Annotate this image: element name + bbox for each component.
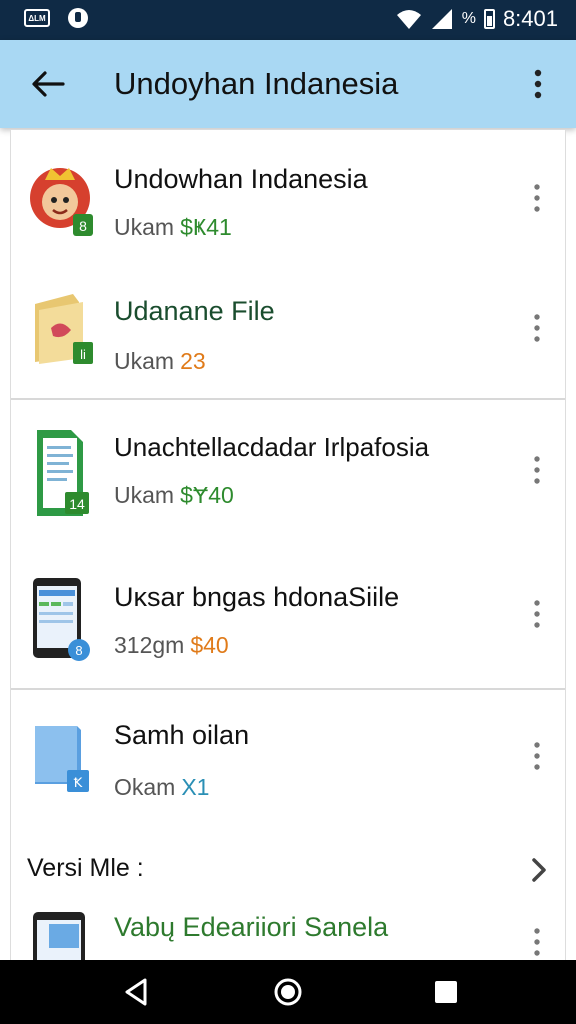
folder-app-icon: li [35, 294, 93, 364]
item-price: $40 [190, 632, 229, 658]
list-item[interactable]: li Udanane File Ukam 23 [11, 264, 565, 394]
mascot-app-icon: 8 [30, 168, 93, 236]
item-subtitle: Ukam $Ҝ41 [114, 214, 232, 241]
list-item[interactable]: 8 Undowhan Indanesia Ukam $Ҝ41 [11, 130, 565, 260]
app-list: 8 Undowhan Indanesia Ukam $Ҝ41 li Udanane… [10, 130, 566, 960]
signal-icon [431, 9, 452, 29]
list-item[interactable]: Vabų Edeariiori Sanela [11, 902, 565, 960]
app-badge: 8 [79, 218, 87, 234]
status-bar: ΔLM % 8:401 [0, 0, 576, 40]
item-sub-label: Okam [114, 774, 176, 800]
back-triangle-icon[interactable] [118, 974, 154, 1010]
navigation-bar [0, 960, 576, 1024]
app-bar: Undoyhan Indanesia [0, 40, 576, 128]
more-vert-icon[interactable] [520, 66, 556, 102]
carrier-icon: ΔLM [24, 9, 50, 27]
more-vert-icon[interactable] [523, 310, 551, 346]
item-subtitle: Ukam 23 [114, 348, 206, 375]
back-button[interactable] [26, 64, 70, 104]
item-subtitle: Okam X1 [114, 774, 209, 801]
item-title: Samh oilan [114, 720, 250, 750]
item-title: Udanane File [114, 296, 275, 326]
arrow-left-icon [32, 71, 65, 97]
item-sub-label: Ukam [114, 214, 175, 240]
item-sub-label: 312gm [114, 632, 185, 658]
section-header: Versi Mle : [27, 854, 144, 882]
item-price: $Ҝ41 [180, 214, 232, 240]
app-badge: li [80, 347, 86, 362]
app-badge: 8 [75, 643, 82, 658]
divider [11, 398, 565, 400]
item-sub-label: Ukam [114, 348, 175, 374]
app-badge: Ꝁ [74, 775, 83, 790]
item-price: X1 [181, 774, 210, 800]
more-vert-icon[interactable] [523, 738, 551, 774]
item-title: Undowhan Indanesia [114, 164, 368, 194]
app-badge: 14 [69, 496, 85, 512]
item-title: Uĸsar bngas hdonaSiile [114, 582, 400, 612]
list-item[interactable]: 14 Unachtellacdadar Irlpafosia Ukam $Ɏ40 [11, 402, 565, 532]
key-icon [68, 8, 88, 28]
more-vert-icon[interactable] [523, 924, 551, 960]
status-time: 8:401 [502, 6, 558, 31]
more-vert-icon[interactable] [523, 596, 551, 632]
sheet-app-icon: 14 [37, 430, 89, 516]
more-vert-icon[interactable] [523, 452, 551, 488]
battery-icon [483, 9, 495, 29]
chevron-right-icon[interactable] [525, 852, 555, 888]
home-circle-icon[interactable] [270, 974, 306, 1010]
item-title: Unachtellacdadar Irlpafosia [114, 432, 430, 462]
item-subtitle: 312gm $40 [114, 632, 229, 659]
box-app-icon: Ꝁ [35, 726, 89, 792]
wifi-icon [396, 10, 421, 29]
list-item[interactable]: Ꝁ Samh oilan Okam X1 [11, 692, 565, 822]
item-price: $Ɏ40 [180, 482, 234, 508]
tablet-app-icon: 8 [33, 578, 90, 661]
tablet-app-icon [33, 912, 85, 960]
divider [11, 688, 565, 690]
item-subtitle: Ukam $Ɏ40 [114, 482, 234, 509]
battery-percent-text: % [461, 10, 476, 27]
list-item[interactable]: 8 Uĸsar bngas hdonaSiile 312gm $40 [11, 552, 565, 682]
page-title: Undoyhan Indanesia [114, 66, 399, 101]
item-sub-label: Ukam [114, 482, 175, 508]
recents-square-icon[interactable] [428, 974, 464, 1010]
more-vert-icon[interactable] [523, 180, 551, 216]
item-title: Vabų Edeariiori Sanela [114, 912, 389, 942]
item-price: 23 [180, 348, 206, 374]
